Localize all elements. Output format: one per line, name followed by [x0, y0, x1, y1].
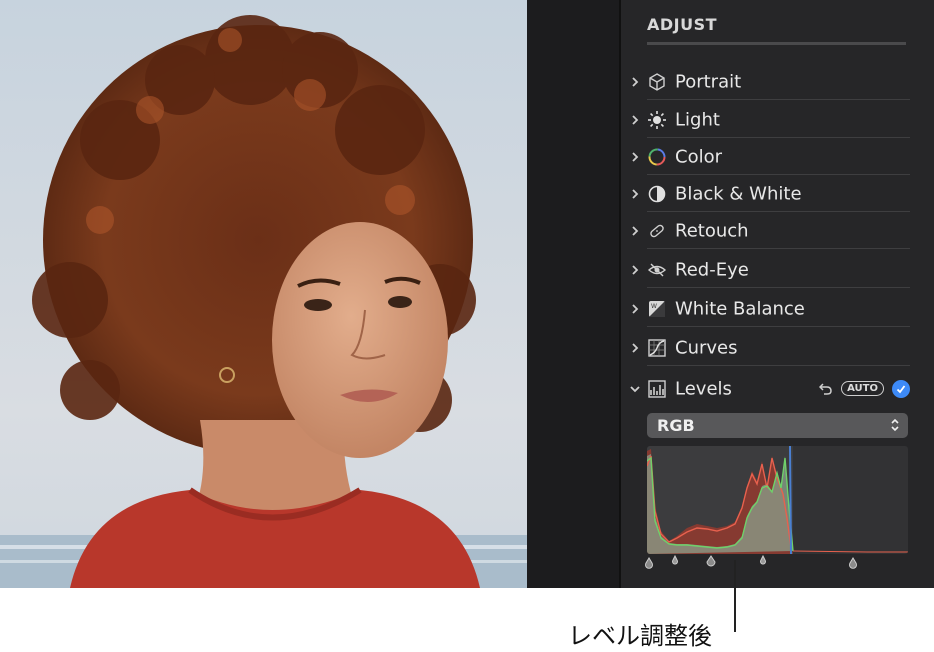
half-circle-icon [648, 185, 666, 202]
callout-line [734, 560, 736, 632]
bandage-icon [650, 224, 664, 237]
chevron-right-icon[interactable] [629, 114, 641, 126]
adjust-row-light[interactable]: Light [621, 101, 934, 138]
white-balance-icon: W [649, 300, 665, 317]
adjust-row-label: Levels [675, 378, 732, 399]
midtone-handle [706, 555, 716, 567]
row-divider [647, 99, 910, 100]
adjust-row-curves[interactable]: Curves [621, 329, 934, 366]
chevron-right-icon[interactable] [629, 303, 641, 315]
enabled-checkmark[interactable] [892, 379, 910, 398]
updown-arrows-icon [891, 418, 899, 432]
chevron-right-icon[interactable] [629, 188, 641, 200]
channel-select[interactable]: RGB [647, 413, 908, 438]
chevron-right-icon[interactable] [629, 76, 641, 88]
chevron-right-icon[interactable] [629, 264, 641, 276]
levels-controls: AUTO [819, 379, 910, 398]
levels-icon [648, 379, 666, 398]
undo-icon[interactable] [819, 382, 833, 396]
portrait-image [0, 0, 527, 588]
adjust-row-label: White Balance [675, 298, 805, 319]
row-divider [647, 326, 910, 327]
adjust-row-label: Retouch [675, 220, 749, 241]
chevron-down-icon[interactable] [629, 383, 641, 395]
adjust-row-label: Black & White [675, 183, 802, 204]
adjust-row-white-balance[interactable]: W White Balance [621, 290, 934, 327]
svg-text:W: W [651, 303, 657, 310]
row-divider [647, 248, 910, 249]
row-divider [647, 287, 910, 288]
title-divider [647, 42, 906, 45]
highlight-handle [760, 554, 766, 565]
adjust-row-label: Curves [675, 337, 738, 358]
adjust-row-color[interactable]: Color [621, 138, 934, 175]
row-divider [647, 365, 910, 366]
curves-icon [648, 338, 666, 357]
eye-slash-icon [647, 263, 667, 276]
adjust-row-portrait[interactable]: Portrait [621, 63, 934, 100]
auto-button[interactable]: AUTO [841, 381, 884, 396]
levels-histogram[interactable] [647, 446, 908, 554]
white-point-handle [849, 557, 857, 569]
chevron-right-icon[interactable] [629, 151, 641, 163]
panel-gutter [527, 0, 619, 588]
photo-preview[interactable] [0, 0, 527, 588]
adjust-row-retouch[interactable]: Retouch [621, 212, 934, 249]
channel-select-value: RGB [657, 416, 695, 435]
chevron-right-icon[interactable] [629, 225, 641, 237]
levels-handles[interactable] [643, 552, 883, 572]
callout-caption: レベル調整後 [568, 622, 712, 650]
shadow-handle [672, 554, 678, 565]
adjust-row-label: Portrait [675, 71, 742, 92]
adjust-row-label: Color [675, 146, 722, 167]
chevron-right-icon[interactable] [629, 342, 641, 354]
histogram-graph [647, 446, 908, 554]
adjust-sidebar: ADJUST Portrait Light Color Black & Whit… [619, 0, 934, 588]
adjust-row-label: Red-Eye [675, 259, 749, 280]
adjust-row-levels[interactable]: Levels AUTO [621, 370, 934, 407]
black-point-handle [645, 557, 653, 569]
color-wheel-icon [648, 148, 666, 165]
sun-icon [648, 110, 666, 129]
checkmark-icon [896, 384, 906, 393]
section-title: ADJUST [647, 15, 718, 34]
adjust-row-black-white[interactable]: Black & White [621, 175, 934, 212]
adjust-row-red-eye[interactable]: Red-Eye [621, 251, 934, 288]
cube-icon [649, 72, 665, 91]
adjust-row-label: Light [675, 109, 720, 130]
